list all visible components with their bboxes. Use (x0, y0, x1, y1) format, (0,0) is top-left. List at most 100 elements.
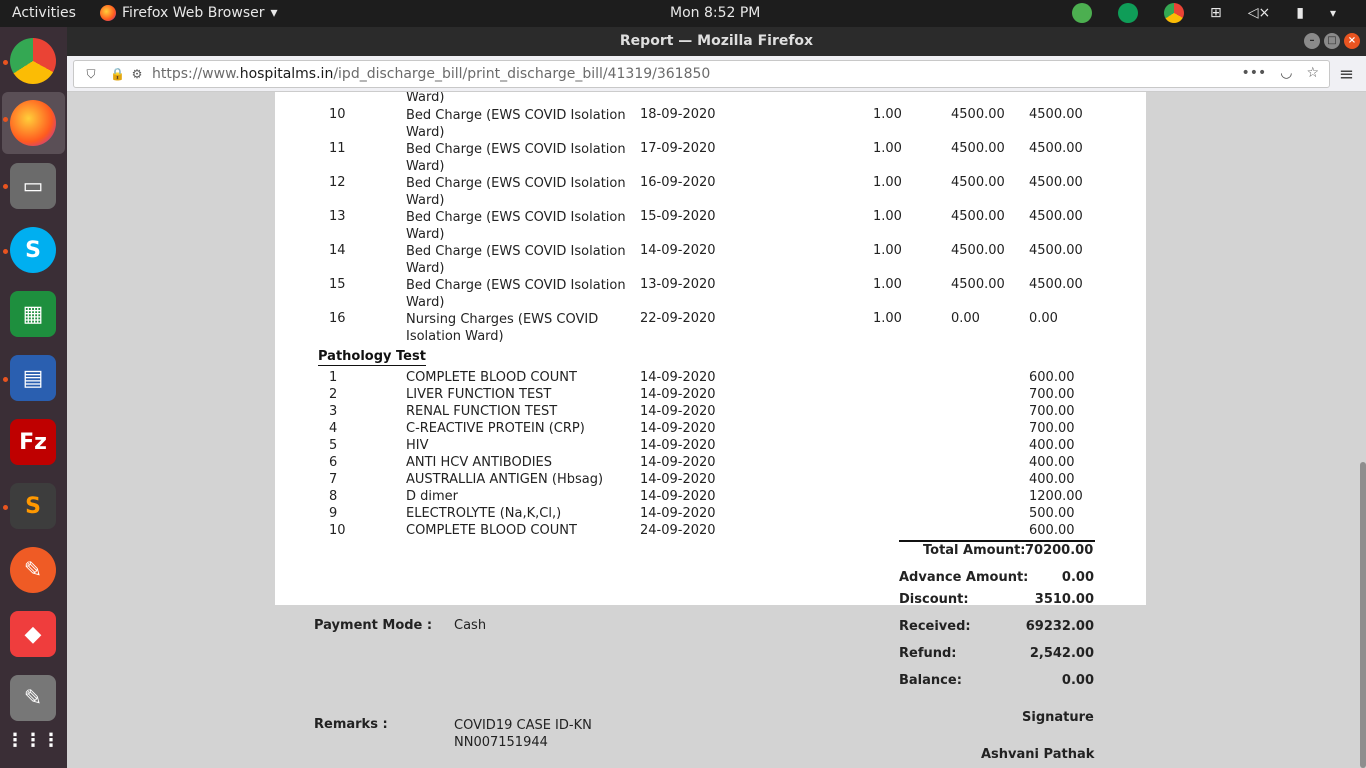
volume-icon[interactable]: ◁× (1248, 5, 1271, 21)
bed-row-amount: 4500.00 (1029, 209, 1083, 224)
battery-icon[interactable]: ▮ (1296, 5, 1304, 21)
close-button[interactable]: × (1344, 33, 1360, 49)
bed-row-amount: 4500.00 (1029, 277, 1083, 292)
maximize-button[interactable]: □ (1324, 33, 1340, 49)
pathology-section-title: Pathology Test (318, 349, 426, 366)
postman-icon[interactable]: ✎ (10, 547, 56, 593)
discount-value: 3510.00 (1034, 592, 1094, 607)
window-titlebar[interactable]: Report — Mozilla Firefox – □ × (67, 27, 1366, 56)
permissions-icon[interactable]: ⚙ (130, 67, 144, 81)
window-title: Report — Mozilla Firefox (619, 33, 814, 49)
power-menu-icon[interactable]: ▾ (1330, 6, 1336, 20)
browser-navbar: ⛉ 🔒 ⚙ https://www.hospitalms.in/ipd_disc… (67, 56, 1366, 92)
pathology-row-amount: 500.00 (1029, 506, 1075, 521)
total-amount-value: 70200.00 (1025, 543, 1094, 558)
chevron-down-icon: ▾ (270, 5, 278, 21)
pathology-row-date: 14-09-2020 (640, 370, 716, 385)
system-top-bar: Activities Firefox Web Browser ▾ Mon 8:5… (0, 0, 1366, 27)
bed-row-no: 16 (329, 311, 346, 326)
pathology-row-no: 6 (329, 455, 338, 470)
refund-value: 2,542.00 (1029, 646, 1094, 661)
pathology-row-desc: C-REACTIVE PROTEIN (CRP) (406, 421, 585, 436)
bed-row-date: 16-09-2020 (640, 175, 716, 190)
minimize-button[interactable]: – (1304, 33, 1320, 49)
page-viewport[interactable]: Ward) 10 Bed Charge (EWS COVID Isolation … (67, 92, 1366, 768)
bookmark-star-icon[interactable]: ☆ (1306, 65, 1319, 81)
bed-row-date: 14-09-2020 (640, 243, 716, 258)
vertical-scrollbar[interactable] (1360, 462, 1366, 768)
pathology-row-date: 14-09-2020 (640, 506, 716, 521)
pathology-row-date: 14-09-2020 (640, 489, 716, 504)
signatory-name: Ashvani Pathak (981, 747, 1095, 762)
pathology-row-amount: 600.00 (1029, 370, 1075, 385)
bed-row-desc: Nursing Charges (EWS COVID Isolation War… (406, 312, 599, 344)
bed-row-no: 15 (329, 277, 346, 292)
bed-row-rate: 0.00 (951, 311, 980, 326)
document-writer-icon[interactable]: ▤ (10, 355, 56, 401)
shield-icon[interactable]: ⛉ (84, 67, 98, 81)
pathology-row-no: 10 (329, 523, 346, 538)
pathology-row-amount: 600.00 (1029, 523, 1075, 538)
activities-button[interactable]: Activities (12, 5, 76, 21)
sublime-text-icon[interactable]: S (10, 483, 56, 529)
bed-row-rate: 4500.00 (951, 175, 1005, 190)
bed-row-no: 11 (329, 141, 346, 156)
clock[interactable]: Mon 8:52 PM (670, 5, 760, 21)
pathology-row-date: 14-09-2020 (640, 438, 716, 453)
window-controls: – □ × (1304, 33, 1360, 49)
pathology-row-date: 14-09-2020 (640, 472, 716, 487)
bed-row-rate: 4500.00 (951, 277, 1005, 292)
hamburger-menu-icon[interactable]: ≡ (1339, 64, 1354, 85)
pathology-row-date: 14-09-2020 (640, 421, 716, 436)
pocket-icon[interactable]: ◡ (1280, 65, 1292, 81)
spreadsheet-icon[interactable]: ▦ (10, 291, 56, 337)
update-check-icon[interactable] (1072, 3, 1093, 23)
balance-label: Balance: (899, 673, 962, 688)
payment-mode-value: Cash (454, 618, 487, 633)
payment-mode-label: Payment Mode : (314, 618, 433, 633)
files-icon[interactable]: ▭ (10, 163, 56, 209)
chat-icon[interactable] (1118, 3, 1139, 23)
bed-row-qty: 1.00 (873, 243, 902, 258)
pathology-row-desc: RENAL FUNCTION TEST (406, 404, 558, 419)
show-applications-icon[interactable]: ⋮⋮⋮ (6, 717, 60, 763)
bed-row-rate: 4500.00 (951, 209, 1005, 224)
bed-row-rate: 4500.00 (951, 243, 1005, 258)
bed-row-date: 17-09-2020 (640, 141, 716, 156)
bed-row-qty: 1.00 (873, 175, 902, 190)
bed-row-desc: Bed Charge (EWS COVID Isolation Ward) (406, 210, 626, 242)
chrome-tray-icon[interactable] (1164, 3, 1185, 23)
pathology-row-desc: ELECTROLYTE (Na,K,Cl,) (406, 506, 562, 521)
app-menu-label: Firefox Web Browser (122, 5, 265, 21)
app-menu[interactable]: Firefox Web Browser ▾ (100, 5, 278, 21)
skype-icon[interactable]: S (10, 227, 56, 273)
url-text[interactable]: https://www.hospitalms.in/ipd_discharge_… (152, 66, 710, 82)
system-tray: ⊞ ◁× ▮ ▾ (1072, 3, 1336, 23)
network-icon[interactable]: ⊞ (1210, 5, 1222, 21)
dock: ▭ S ▦ ▤ Fz S ✎ ◆ ✎ ⋮⋮⋮ (0, 27, 67, 768)
pathology-row-date: 14-09-2020 (640, 455, 716, 470)
pathology-row-no: 3 (329, 404, 338, 419)
url-bar[interactable]: ⛉ 🔒 ⚙ https://www.hospitalms.in/ipd_disc… (73, 60, 1330, 88)
bed-row-amount: 0.00 (1029, 311, 1058, 326)
chrome-icon[interactable] (10, 38, 56, 84)
firefox-dock-icon[interactable] (10, 100, 56, 146)
pathology-row-no: 9 (329, 506, 338, 521)
page-actions-icon[interactable]: ••• (1241, 65, 1266, 81)
pathology-row-no: 1 (329, 370, 338, 385)
bed-row-amount: 4500.00 (1029, 107, 1083, 122)
firefox-icon (100, 5, 116, 21)
running-indicator (3, 117, 8, 122)
lock-icon[interactable]: 🔒 (110, 67, 125, 81)
bed-row-desc: Bed Charge (EWS COVID Isolation Ward) (406, 278, 626, 310)
pathology-row-amount: 700.00 (1029, 421, 1075, 436)
pathology-row-date: 14-09-2020 (640, 387, 716, 402)
text-editor-icon[interactable]: ✎ (10, 675, 56, 721)
anydesk-icon[interactable]: ◆ (10, 611, 56, 657)
bed-row-date: 15-09-2020 (640, 209, 716, 224)
bed-row-rate: 4500.00 (951, 107, 1005, 122)
pathology-row-amount: 700.00 (1029, 387, 1075, 402)
url-prefix: https://www. (152, 66, 240, 82)
filezilla-icon[interactable]: Fz (10, 419, 56, 465)
url-domain: hospitalms.in (239, 66, 334, 82)
